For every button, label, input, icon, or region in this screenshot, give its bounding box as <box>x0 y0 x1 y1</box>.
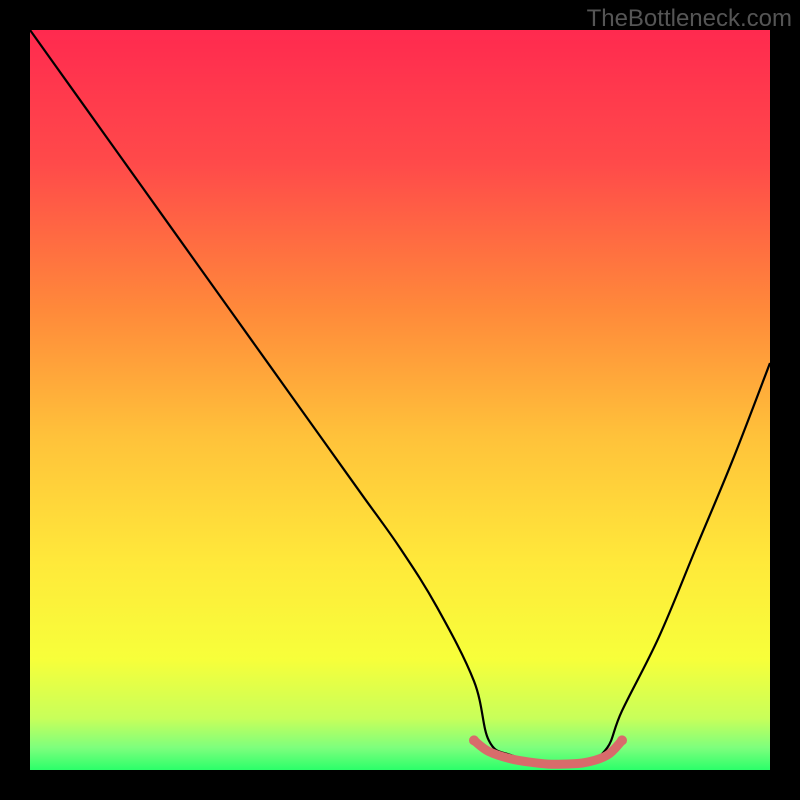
plot-area <box>30 30 770 770</box>
chart-container: TheBottleneck.com <box>0 0 800 800</box>
highlight-dot-right <box>617 735 627 745</box>
watermark-text: TheBottleneck.com <box>587 5 792 33</box>
highlight-curve <box>474 740 622 764</box>
main-curve <box>30 30 770 764</box>
highlight-dot-left <box>469 735 479 745</box>
curve-layer <box>30 30 770 770</box>
